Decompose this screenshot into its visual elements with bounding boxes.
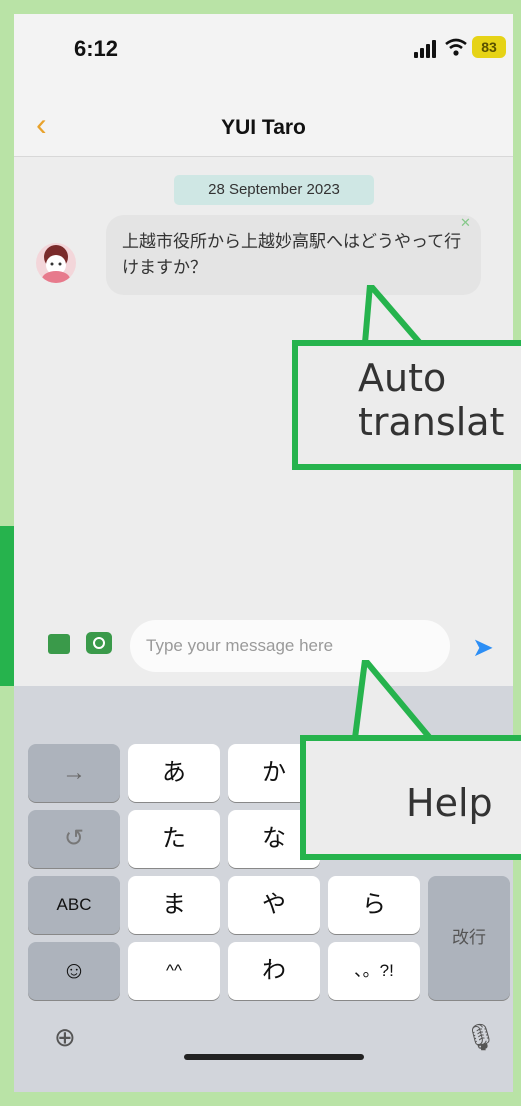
callout-help: Help	[300, 735, 521, 860]
date-separator: 28 September 2023	[174, 175, 374, 205]
globe-icon[interactable]: ⊕	[54, 1022, 76, 1053]
callout-auto-text: Auto translat	[358, 356, 505, 444]
translate-icon[interactable]: ✕	[460, 215, 471, 231]
avatar[interactable]	[36, 243, 76, 283]
message-bubble[interactable]: 上越市役所から上越妙高駅へはどうやって行けますか？	[106, 215, 481, 295]
send-icon[interactable]: ➤	[472, 632, 494, 663]
callout-auto-pointer	[361, 285, 427, 346]
key-emoji[interactable]: ☺	[28, 942, 120, 1000]
key-punctuation[interactable]: 、。?!	[328, 942, 420, 1000]
callout-auto-translate: Auto translat	[292, 340, 521, 470]
key-ya[interactable]: や	[228, 876, 320, 934]
key-abc[interactable]: ABC	[28, 876, 120, 934]
phone-screen: 6:12 83 ‹ YUI Taro 28 September 2023 上越市…	[14, 14, 513, 1092]
callout-edge-marker	[0, 526, 14, 686]
key-undo[interactable]: ↺	[28, 810, 120, 868]
status-time: 6:12	[74, 36, 119, 61]
key-ma[interactable]: ま	[128, 876, 220, 934]
camera-icon[interactable]	[86, 632, 112, 654]
key-a[interactable]: あ	[128, 744, 220, 802]
image-icon[interactable]	[48, 634, 70, 654]
home-indicator	[184, 1054, 364, 1060]
key-ta[interactable]: た	[128, 810, 220, 868]
key-arrow-right[interactable]: →	[28, 744, 120, 802]
wifi-icon	[445, 38, 467, 56]
signal-icon	[414, 40, 440, 58]
key-wa[interactable]: わ	[228, 942, 320, 1000]
callout-help-pointer	[351, 660, 436, 740]
key-ra[interactable]: ら	[328, 876, 420, 934]
page-title: YUI Taro	[221, 116, 306, 139]
status-bar: 6:12 83	[14, 14, 513, 94]
callout-help-text: Help	[406, 781, 493, 825]
key-return[interactable]: 改行	[428, 876, 510, 1000]
battery-indicator: 83	[472, 36, 506, 58]
microphone-icon[interactable]: 🎙	[464, 1022, 497, 1053]
chat-header: ‹ YUI Taro	[14, 94, 513, 157]
key-kaomoji[interactable]: ^^	[128, 942, 220, 1000]
